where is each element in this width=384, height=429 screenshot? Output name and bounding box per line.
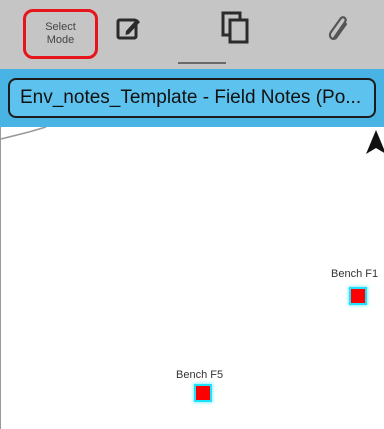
bench-f5-marker[interactable] bbox=[196, 386, 210, 400]
select-mode-label-line1: Select bbox=[45, 21, 76, 33]
select-mode-label-line2: Mode bbox=[46, 34, 75, 46]
title-bar: Env_notes_Template - Field Notes (Po... bbox=[0, 69, 384, 127]
bench-f1-label: Bench F1 bbox=[331, 268, 379, 280]
drag-handle[interactable] bbox=[178, 62, 226, 64]
map-road-line bbox=[1, 127, 47, 140]
paperclip-icon[interactable] bbox=[327, 14, 351, 44]
form-title[interactable]: Env_notes_Template - Field Notes (Po... bbox=[8, 78, 376, 118]
select-mode-button[interactable]: Select Mode bbox=[23, 9, 98, 59]
location-arrow-icon bbox=[366, 130, 384, 154]
copy-icon[interactable] bbox=[221, 11, 251, 45]
edit-note-icon[interactable] bbox=[116, 15, 142, 41]
top-toolbar: Select Mode bbox=[0, 0, 384, 69]
bench-f5-label: Bench F5 bbox=[176, 369, 224, 381]
bench-f1-marker[interactable] bbox=[351, 289, 365, 303]
map-view[interactable] bbox=[0, 127, 384, 429]
